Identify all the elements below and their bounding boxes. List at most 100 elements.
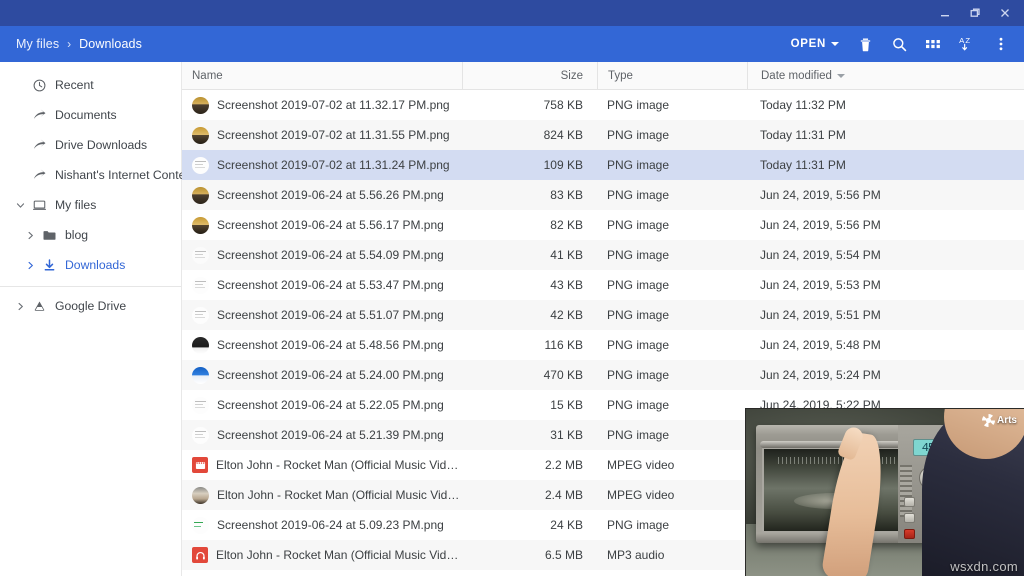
cell-name: Elton John - Rocket Man (Official Music … <box>182 547 462 563</box>
restore-icon[interactable] <box>960 0 990 26</box>
cell-size: 2.4 MB <box>462 488 597 502</box>
close-icon[interactable] <box>990 0 1020 26</box>
file-name: Screenshot 2019-06-24 at 5.24.00 PM.png <box>217 368 444 382</box>
sidebar-item-blog[interactable]: blog <box>0 220 181 250</box>
sidebar-item-downloads[interactable]: Downloads <box>0 250 181 280</box>
breadcrumb-downloads[interactable]: Downloads <box>75 35 146 53</box>
file-thumbnail <box>192 337 209 354</box>
sidebar-item-label: Recent <box>50 78 94 92</box>
cell-size: 43 KB <box>462 278 597 292</box>
video-overlay[interactable]: 450 Arts wsxdn.com <box>745 408 1024 576</box>
cell-size: 109 KB <box>462 158 597 172</box>
table-row[interactable]: Screenshot 2019-06-24 at 5.56.17 PM.png8… <box>182 210 1024 240</box>
chevron-right-icon[interactable] <box>22 231 38 240</box>
chevron-down-icon <box>831 42 839 46</box>
file-name: Elton John - Rocket Man (Official Music … <box>216 458 462 472</box>
cell-date-modified: Today 11:31 PM <box>747 128 1024 142</box>
window-titlebar <box>0 0 1024 26</box>
shortcut-arrow-icon <box>28 138 50 153</box>
table-row[interactable]: Screenshot 2019-06-24 at 5.24.00 PM.png 4… <box>182 360 1024 390</box>
file-thumbnail <box>192 367 209 384</box>
sidebar-item-label: Google Drive <box>50 299 126 313</box>
minimize-icon[interactable] <box>930 0 960 26</box>
file-name: Screenshot 2019-07-02 at 11.31.24 PM.png <box>217 158 450 172</box>
folder-icon <box>38 228 60 243</box>
delete-icon[interactable] <box>848 27 882 61</box>
table-row[interactable]: Screenshot 2019-06-24 at 5.53.47 PM.png 4… <box>182 270 1024 300</box>
cell-type: PNG image <box>597 518 747 532</box>
table-row[interactable]: Screenshot 2019-07-02 at 11.31.24 PM.png… <box>182 150 1024 180</box>
cbc-arts-logo: Arts <box>982 414 1017 427</box>
oven-button <box>904 513 915 523</box>
sidebar: Recent Documents Drive Downloa <box>0 62 182 576</box>
sidebar-item-google-drive[interactable]: Google Drive <box>0 291 181 321</box>
cbc-gem-icon <box>982 414 995 427</box>
cell-size: 470 KB <box>462 368 597 382</box>
cell-name: Screenshot 2019-06-24 at 5.56.17 PM.png <box>182 217 462 234</box>
file-thumbnail <box>192 187 209 204</box>
cell-name: Screenshot 2019-06-24 at 5.54.09 PM.png <box>182 247 462 264</box>
sidebar-item-my-files[interactable]: My files <box>0 190 181 220</box>
table-row[interactable]: Screenshot 2019-06-24 at 5.56.26 PM.png8… <box>182 180 1024 210</box>
chevron-right-icon[interactable] <box>22 261 38 270</box>
download-icon <box>38 258 60 273</box>
table-row[interactable]: Screenshot 2019-07-02 at 11.32.17 PM.png… <box>182 90 1024 120</box>
column-header-size[interactable]: Size <box>462 62 597 90</box>
sidebar-item-documents[interactable]: Documents <box>0 100 181 130</box>
sidebar-item-nishants-internet-content[interactable]: Nishant's Internet Content <box>0 160 181 190</box>
sidebar-divider <box>0 286 181 287</box>
table-row[interactable]: Screenshot 2019-06-24 at 5.51.07 PM.png4… <box>182 300 1024 330</box>
cell-type: PNG image <box>597 248 747 262</box>
cell-name: Screenshot 2019-06-24 at 5.24.00 PM.png <box>182 367 462 384</box>
open-button[interactable]: OPEN <box>780 33 848 55</box>
file-thumbnail <box>192 277 209 294</box>
cell-size: 824 KB <box>462 128 597 142</box>
file-name: Screenshot 2019-06-24 at 5.21.39 PM.png <box>217 428 444 442</box>
more-vert-icon[interactable] <box>984 27 1018 61</box>
column-header-date-modified[interactable]: Date modified <box>747 62 1024 90</box>
sidebar-item-label: blog <box>60 228 88 242</box>
cell-type: PNG image <box>597 428 747 442</box>
sidebar-item-label: My files <box>50 198 96 212</box>
app-toolbar: My files › Downloads OPEN <box>0 26 1024 62</box>
file-name: Screenshot 2019-06-24 at 5.51.07 PM.png <box>217 308 444 322</box>
cell-type: PNG image <box>597 218 747 232</box>
person-silhouette <box>922 409 1024 576</box>
cell-size: 41 KB <box>462 248 597 262</box>
cell-date-modified: Jun 24, 2019, 5:56 PM <box>747 218 1024 232</box>
chevron-right-icon[interactable] <box>12 302 28 311</box>
watermark: wsxdn.com <box>950 559 1018 574</box>
file-thumbnail <box>192 97 209 114</box>
file-name: Screenshot 2019-06-24 at 5.22.05 PM.png <box>217 398 444 412</box>
table-row[interactable]: Screenshot 2019-06-24 at 5.54.09 PM.png4… <box>182 240 1024 270</box>
cell-name: Screenshot 2019-06-24 at 5.09.23 PM.png <box>182 517 462 534</box>
breadcrumb-my-files[interactable]: My files <box>12 35 63 53</box>
svg-text:Z: Z <box>965 36 970 45</box>
cell-size: 116 KB <box>462 338 597 352</box>
audio-icon <box>192 547 208 563</box>
search-icon[interactable] <box>882 27 916 61</box>
file-name: Screenshot 2019-06-24 at 5.48.56 PM.png <box>217 338 444 352</box>
file-name: Screenshot 2019-06-24 at 5.53.47 PM.png <box>217 278 444 292</box>
sidebar-item-label: Nishant's Internet Content <box>50 168 196 182</box>
open-button-label: OPEN <box>791 38 826 50</box>
file-name: Screenshot 2019-07-02 at 11.31.55 PM.png <box>217 128 450 142</box>
cell-date-modified: Today 11:31 PM <box>747 158 1024 172</box>
column-header-name[interactable]: Name <box>182 62 462 90</box>
sort-descending-icon <box>837 74 845 78</box>
cell-name: Screenshot 2019-07-02 at 11.32.17 PM.png <box>182 97 462 114</box>
cell-type: PNG image <box>597 278 747 292</box>
table-row[interactable]: Screenshot 2019-07-02 at 11.31.55 PM.png… <box>182 120 1024 150</box>
column-header-type[interactable]: Type <box>597 62 747 90</box>
sidebar-item-drive-downloads[interactable]: Drive Downloads <box>0 130 181 160</box>
cell-name: Screenshot 2019-06-24 at 5.53.47 PM.png <box>182 277 462 294</box>
table-row[interactable]: Screenshot 2019-06-24 at 5.48.56 PM.png 1… <box>182 330 1024 360</box>
file-list-header: Name Size Type Date modified <box>182 62 1024 90</box>
chevron-down-icon[interactable] <box>12 201 28 210</box>
sort-az-icon[interactable]: A Z <box>950 27 984 61</box>
sidebar-item-recent[interactable]: Recent <box>0 70 181 100</box>
oven-button <box>904 497 915 507</box>
grid-view-icon[interactable] <box>916 27 950 61</box>
file-name: Screenshot 2019-07-02 at 11.32.17 PM.png <box>217 98 450 112</box>
cell-date-modified: Jun 24, 2019, 5:56 PM <box>747 188 1024 202</box>
